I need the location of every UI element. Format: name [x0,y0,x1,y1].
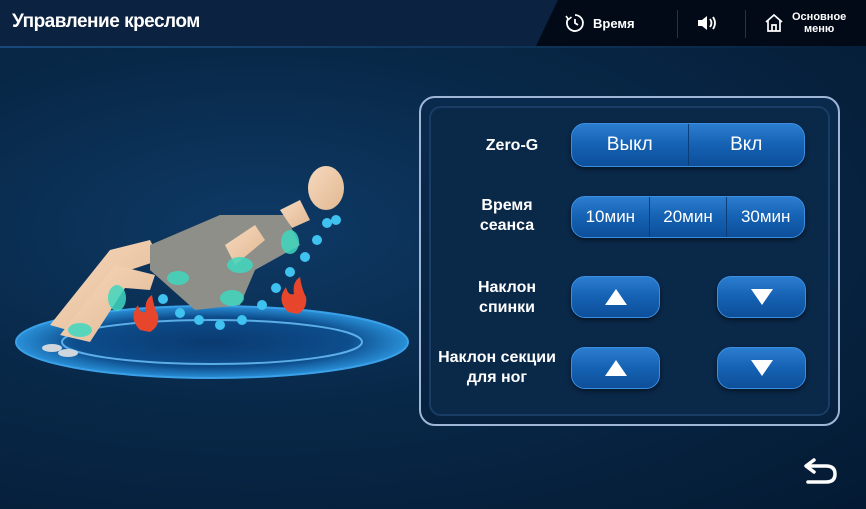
header-glow [0,46,866,48]
session-time-label: Время сеанса [457,196,557,236]
zero-g-off-button[interactable]: Выкл [572,124,688,166]
arrow-down-icon [750,360,773,376]
backrest-label: Наклон спинки [457,278,557,318]
session-time-30-button[interactable]: 30мин [726,197,804,237]
time-button[interactable]: Время [565,0,635,46]
arrow-up-icon [604,360,627,376]
legrest-up-button[interactable] [571,347,660,389]
back-icon[interactable] [800,453,840,489]
speaker-icon [698,16,716,30]
main-menu-button[interactable]: Основное меню [764,0,846,46]
divider [745,10,746,38]
sound-button[interactable] [696,0,718,46]
chair-body-illustration [15,166,409,379]
main-menu-label-line1: Основное [792,11,847,23]
arrow-up-icon [604,289,627,305]
legrest-label-line1: Наклон секции [438,349,556,366]
session-time-10-button[interactable]: 10мин [572,197,649,237]
session-time-20-button[interactable]: 20мин [648,197,727,237]
session-time-selector: 10мин 20мин 30мин [571,196,805,238]
session-time-label-line2: сеанса [479,217,535,234]
legrest-label: Наклон секции для ног [430,348,564,388]
backrest-label-line1: Наклон [477,279,537,296]
zero-g-toggle: Выкл Вкл [571,123,805,167]
divider [677,10,678,38]
clock-icon [565,14,584,32]
backrest-down-button[interactable] [717,276,806,318]
legrest-down-button[interactable] [717,347,806,389]
main-menu-label-line2: меню [803,23,835,35]
legrest-label-line2: для ног [466,369,528,386]
backrest-label-line2: спинки [479,299,535,316]
main-menu-label: Основное меню [792,11,846,35]
zero-g-on-button[interactable]: Вкл [687,124,805,166]
session-time-label-line1: Время [481,197,533,214]
zero-g-label: Zero-G [485,137,539,154]
backrest-up-button[interactable] [571,276,660,318]
page-title: Управление креслом [12,11,200,32]
home-icon [765,13,783,32]
arrow-down-icon [750,289,773,305]
time-label: Время [593,15,635,31]
